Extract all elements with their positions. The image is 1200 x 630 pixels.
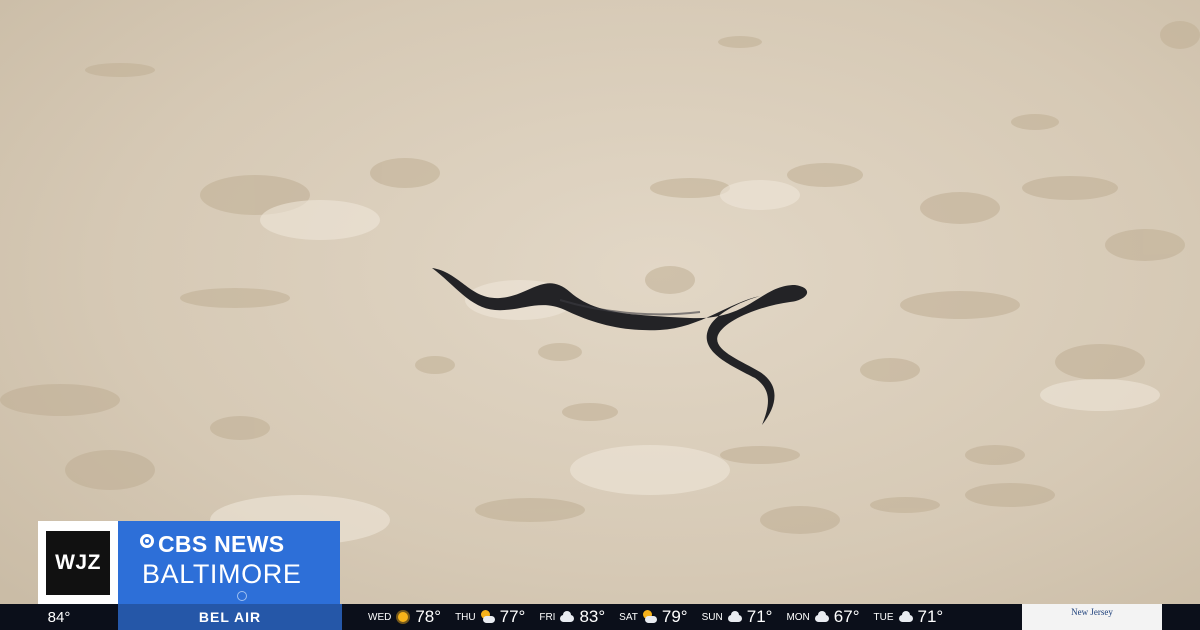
forecast-temp: 67° — [833, 607, 860, 626]
cbs-eye-icon — [140, 534, 154, 548]
forecast-day-label: WED — [368, 611, 392, 623]
forecast-day-label: FRI — [539, 611, 556, 623]
station-bug: WJZ CBS NEWS BALTIMORE — [38, 521, 340, 604]
forecast-day: THU 77° — [455, 607, 525, 627]
network-name: CBS NEWS — [158, 531, 285, 557]
forecast-temp: 78° — [415, 607, 442, 626]
sun-cloud-icon — [642, 609, 658, 625]
sand-footprints — [0, 21, 1200, 545]
weather-ticker: 84° BEL AIR WED 78° THU 77° FRI 83° SAT … — [0, 604, 1200, 630]
cloud-icon — [814, 609, 830, 625]
cbs-eye-small-icon — [237, 591, 247, 601]
forecast-day-label: TUE — [873, 611, 894, 623]
cloud-icon — [727, 609, 743, 625]
forecast-temp: 71° — [746, 607, 773, 626]
station-logo: WJZ — [46, 530, 110, 595]
beach-scene — [0, 0, 1200, 604]
cloud-icon — [898, 609, 914, 625]
current-temp: 84° — [47, 608, 71, 626]
forecast-temp: 83° — [579, 607, 606, 626]
forecast-day-label: SUN — [701, 611, 723, 623]
forecast-day: SAT 79° — [619, 607, 687, 627]
forecast-temp: 71° — [917, 607, 944, 626]
cloud-icon — [559, 609, 575, 625]
forecast-day: FRI 83° — [539, 607, 605, 627]
forecast-day-label: THU — [455, 611, 476, 623]
forecast-day: WED 78° — [368, 607, 441, 627]
ticker-location: BEL AIR — [118, 604, 342, 630]
forecast-day: MON 67° — [786, 607, 859, 627]
forecast-day: SUN 71° — [702, 607, 773, 627]
forecast-day-label: MON — [786, 611, 810, 623]
forecast-day: TUE 71° — [874, 607, 944, 627]
forecast-day-label: SAT — [619, 611, 638, 623]
sun-cloud-icon — [480, 609, 496, 625]
network-logo-box: CBS NEWS BALTIMORE — [118, 521, 340, 604]
forecast-temp: 79° — [661, 607, 688, 626]
sun-icon — [395, 609, 411, 625]
forecast-list: WED 78° THU 77° FRI 83° SAT 79° SUN 71° … — [342, 607, 1022, 627]
station-logo-box: WJZ — [38, 521, 118, 604]
sponsor-logo: New Jersey — [1022, 604, 1162, 630]
forecast-temp: 77° — [499, 607, 526, 626]
city-name: BALTIMORE — [142, 559, 302, 589]
